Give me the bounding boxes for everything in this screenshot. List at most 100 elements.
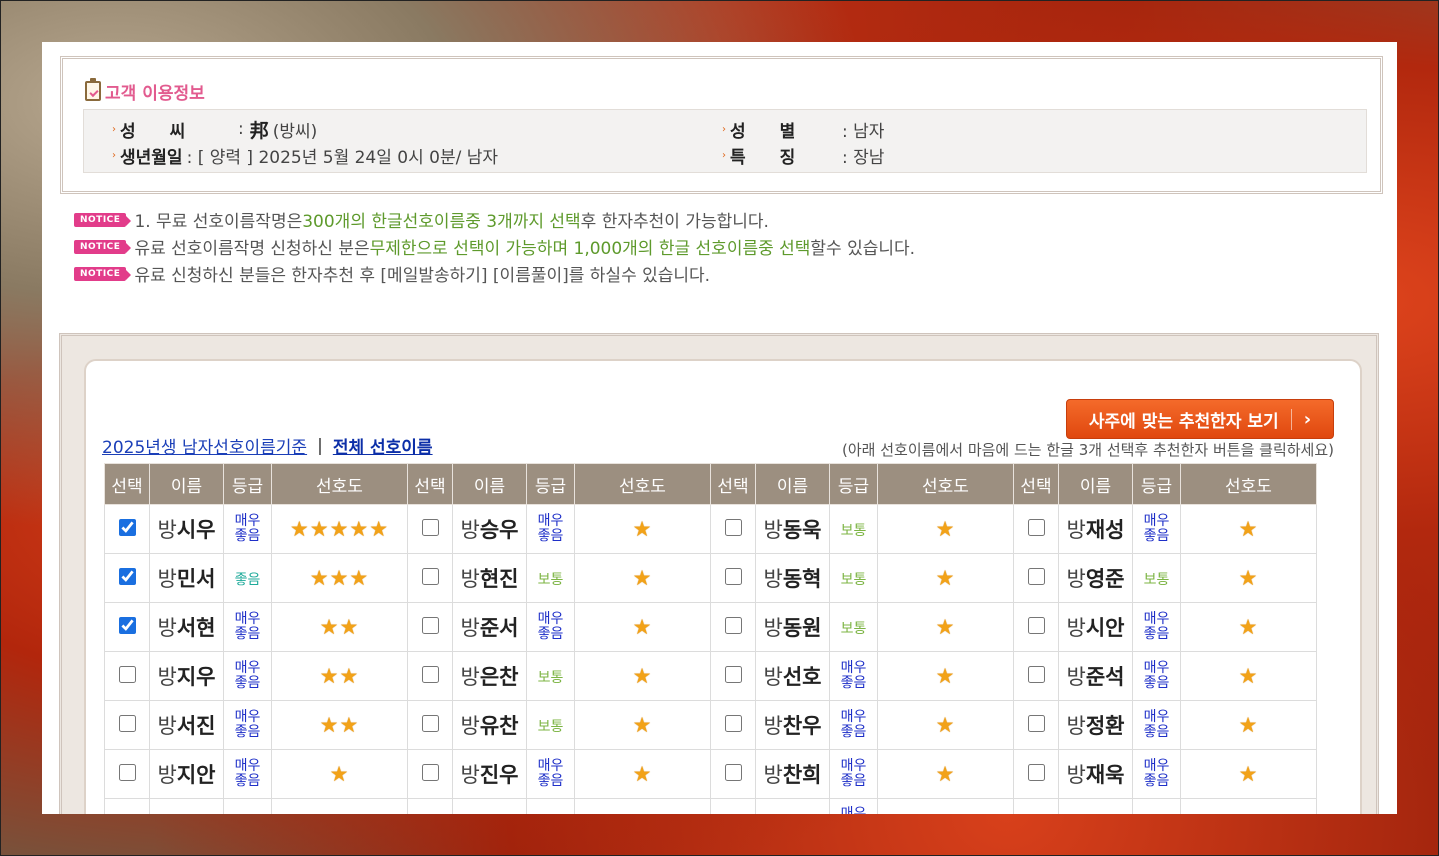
name-select-checkbox[interactable] [421,567,439,585]
name-select-checkbox[interactable] [724,518,742,536]
grade-label: 매우 좋음 [840,758,867,789]
name-select-checkbox[interactable] [118,714,136,732]
full-name: 방은찬 [461,665,519,689]
grade-label: 보통 [537,669,564,686]
grade-label: 매우 [840,806,867,815]
select-cell [1013,749,1059,799]
name-select-checkbox[interactable] [421,665,439,683]
column-header: 등급 [1132,463,1181,505]
grade-cell: 매우 좋음 [829,749,878,799]
name-cell [1058,798,1133,814]
column-header: 선택 [710,463,756,505]
full-name: 방동원 [764,616,822,640]
surname-text: 방 [460,567,480,591]
preference-cell [877,798,1014,814]
column-header: 선택 [407,463,453,505]
name-select-checkbox[interactable] [724,616,742,634]
preference-cell: ★ [1180,602,1317,652]
tab-basis[interactable]: 2025년생 남자선호이름기준 [102,433,307,458]
name-select-checkbox[interactable] [1027,665,1045,683]
main-panel: 고객 이용정보 › 성 씨 : 邦 (방씨) › 생년월일 : [ 양력 ] 2… [42,42,1397,814]
name-select-checkbox[interactable] [421,714,439,732]
notice-text: 1. 무료 선호이름작명은 [134,212,303,232]
customer-info-title: 고객 이용정보 [85,77,205,105]
select-cell [710,700,756,750]
select-cell [407,700,453,750]
grade-label: 매우 좋음 [234,758,261,789]
name-select-checkbox[interactable] [1027,714,1045,732]
name-select-checkbox[interactable] [118,763,136,781]
full-name: 방진우 [461,763,519,787]
column-header: 선호도 [271,463,408,505]
surname-reading: (방씨) [272,121,318,142]
name-cell: 방재욱 [1058,749,1133,799]
grade-label: 좋음 [234,571,261,588]
star-rating-icon: ★ [632,517,653,541]
name-cell: 방민서 [149,553,224,603]
surname-text: 방 [1066,567,1086,591]
select-cell [1013,504,1059,554]
name-select-checkbox[interactable] [118,567,136,585]
tab-all-names[interactable]: 전체 선호이름 [333,433,433,458]
name-select-checkbox[interactable] [118,616,136,634]
full-name: 방정환 [1067,714,1125,738]
preference-cell: ★ [1180,749,1317,799]
preference-cell: ★ [1180,700,1317,750]
name-cell: 방서진 [149,700,224,750]
name-select-checkbox[interactable] [1027,518,1045,536]
full-name: 방영준 [1067,567,1125,591]
grade-cell: 보통 [526,700,575,750]
grade-cell: 매우 좋음 [526,504,575,554]
full-name: 방유찬 [461,714,519,738]
birth-value: : [ 양력 ] 2025년 5월 24일 0시 0분/ 남자 [186,147,499,168]
name-select-checkbox[interactable] [1027,567,1045,585]
name-select-checkbox[interactable] [421,763,439,781]
name-cell [452,798,527,814]
given-name-text: 진우 [479,763,519,787]
name-select-checkbox[interactable] [724,567,742,585]
surname-text: 방 [763,518,783,542]
recommend-hanja-button[interactable]: 사주에 맞는 추천한자 보기 › [1066,399,1334,439]
grade-label: 매우 좋음 [1143,513,1170,544]
select-cell [104,798,150,814]
customer-info-box: 고객 이용정보 › 성 씨 : 邦 (방씨) › 생년월일 : [ 양력 ] 2… [60,56,1383,194]
name-select-checkbox[interactable] [1027,763,1045,781]
name-cell: 방영준 [1058,553,1133,603]
table-row: 방서현 매우 좋음 ★★ 방준서 매우 좋음 ★ 방동원 보통 ★ 방시안 매우 좋음 ★ [104,602,1317,652]
full-name: 방동혁 [764,567,822,591]
name-cell: 방서현 [149,602,224,652]
grade-label: 매우 좋음 [537,513,564,544]
name-select-checkbox[interactable] [724,763,742,781]
name-select-checkbox[interactable] [421,616,439,634]
star-rating-icon: ★ [329,762,350,786]
grade-cell: 매우 [829,798,878,815]
preference-cell: ★ [877,700,1014,750]
star-rating-icon: ★ [935,615,956,639]
given-name-text: 찬희 [782,763,822,787]
surname-text: 방 [157,518,177,542]
name-select-checkbox[interactable] [724,714,742,732]
star-rating-icon: ★ [1238,517,1259,541]
select-cell [104,651,150,701]
full-name: 방서진 [158,714,216,738]
surname-text: 방 [157,763,177,787]
name-select-checkbox[interactable] [118,665,136,683]
name-select-checkbox[interactable] [1027,616,1045,634]
select-cell [407,553,453,603]
name-select-checkbox[interactable] [724,665,742,683]
name-select-checkbox[interactable] [118,518,136,536]
given-name-text: 시우 [176,518,216,542]
grade-cell: 보통 [526,553,575,603]
grade-cell: 매우 좋음 [223,504,272,554]
name-cell: 방찬우 [755,700,830,750]
grade-cell: 매우 좋음 [526,602,575,652]
star-rating-icon: ★ [632,664,653,688]
given-name-text: 서현 [176,616,216,640]
grade-cell [526,798,575,814]
grade-cell: 매우 좋음 [1132,602,1181,652]
preference-cell: ★ [574,504,711,554]
notice-text: 유료 신청하신 분들은 한자추천 후 [메일발송하기] [이름풀이]를 하실수 … [134,266,711,286]
selection-hint: (아래 선호이름에서 마음에 드는 한글 3개 선택후 추천한자 버튼을 클릭하… [842,441,1334,459]
full-name: 방준서 [461,616,519,640]
name-select-checkbox[interactable] [421,518,439,536]
